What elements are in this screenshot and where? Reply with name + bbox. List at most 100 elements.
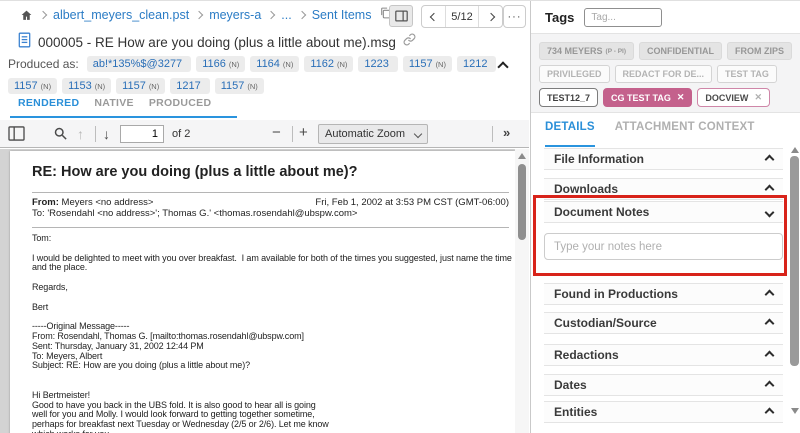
chevron-up-icon — [764, 407, 775, 417]
breadcrumb-separator-icon — [194, 10, 204, 20]
page-count-label: of 2 — [172, 128, 191, 140]
tag-chip-cg-test-tag[interactable]: CG TEST TAG ✕ — [603, 88, 693, 107]
remove-tag-icon[interactable]: ✕ — [677, 92, 685, 103]
find-next-icon[interactable]: ↓ — [103, 125, 110, 143]
section-document-notes[interactable]: Document Notes — [544, 201, 783, 223]
more-actions-button[interactable]: ··· — [503, 5, 526, 28]
breadcrumb-separator-icon — [267, 10, 276, 20]
produced-as-label: Produced as: — [8, 57, 79, 71]
section-found-in-productions[interactable]: Found in Productions — [544, 283, 783, 305]
email-to-value: 'Rosendahl <no address>'; Thomas G.' <th… — [44, 208, 358, 219]
chevron-up-icon — [764, 184, 775, 194]
section-custodian-source[interactable]: Custodian/Source — [544, 312, 783, 334]
zoom-in-icon[interactable]: + — [299, 124, 308, 142]
chevron-down-icon — [764, 207, 775, 217]
scroll-up-icon[interactable] — [518, 153, 526, 159]
produced-badge[interactable]: 1157 (N) — [214, 78, 264, 94]
tab-produced[interactable]: PRODUCED — [149, 97, 212, 109]
produced-badge[interactable]: 1223 — [358, 56, 398, 72]
document-pane: albert_meyers_clean.pst meyers-a ... Sen… — [0, 1, 529, 433]
scrollbar-thumb[interactable] — [790, 156, 799, 366]
tab-details[interactable]: DETAILS — [545, 121, 595, 147]
pdf-toolbar: ↑ ↓ of 2 − + Automatic Zoom » — [0, 120, 529, 148]
produced-badge[interactable]: 1217 — [170, 78, 210, 94]
next-document-button[interactable] — [479, 6, 502, 27]
page-number-input[interactable] — [120, 125, 164, 143]
section-redactions[interactable]: Redactions — [544, 344, 783, 366]
breadcrumb-separator-icon — [38, 10, 48, 20]
email-to-label: To: — [32, 208, 45, 219]
document-icon — [18, 32, 31, 53]
toggle-right-panel-button[interactable] — [389, 5, 413, 27]
email-body: Tom: I would be delighted to meet with y… — [32, 233, 512, 433]
tags-list: 734 MEYERS (P - PI) CONFIDENTIAL FROM ZIP… — [531, 33, 800, 113]
view-tabs: RENDERED NATIVE PRODUCED — [10, 97, 237, 118]
tab-rendered[interactable]: RENDERED — [18, 97, 79, 109]
produced-badge[interactable]: 1166 (N) — [196, 56, 246, 72]
breadcrumb-item-ellipsis[interactable]: ... — [281, 8, 291, 22]
chevron-up-icon — [764, 318, 775, 328]
email-from-label: From: — [32, 197, 59, 208]
breadcrumb-item-folder[interactable]: meyers-a — [209, 8, 261, 22]
produced-badge[interactable]: 1153 (N) — [62, 78, 112, 94]
email-from-value: Meyers <no address> — [58, 197, 154, 208]
tag-chip-from-zips[interactable]: FROM ZIPS — [727, 42, 792, 60]
produced-badge[interactable]: 1157 (N) — [8, 78, 58, 94]
email-date: Fri, Feb 1, 2002 at 3:53 PM CST (GMT-06:… — [315, 197, 509, 208]
produced-badge[interactable]: ab!*135%$@3277 — [86, 56, 192, 72]
breadcrumb-item-sent-items[interactable]: Sent Items — [312, 8, 372, 22]
section-dates[interactable]: Dates — [544, 374, 783, 396]
breadcrumb-item-pst[interactable]: albert_meyers_clean.pst — [53, 8, 189, 22]
produced-badge[interactable]: 1164 (N) — [250, 56, 300, 72]
tag-chip-privileged[interactable]: PRIVILEGED — [539, 65, 610, 83]
chevron-up-icon — [764, 154, 775, 164]
detail-tabs: DETAILS ATTACHMENT CONTEXT — [531, 121, 800, 147]
section-downloads[interactable]: Downloads — [544, 178, 783, 200]
divider — [32, 227, 509, 228]
link-icon[interactable] — [403, 33, 416, 51]
scrollbar-thumb[interactable] — [518, 164, 526, 240]
pdf-sidebar-toggle-icon[interactable] — [8, 126, 25, 146]
details-pane: Tags 734 MEYERS(P - PI) CONFIDENTIAL FRO… — [530, 1, 800, 433]
scroll-down-icon[interactable] — [791, 408, 799, 414]
home-icon[interactable] — [20, 9, 33, 22]
tag-chip-docview[interactable]: DOCVIEW ✕ — [697, 88, 770, 107]
section-file-information[interactable]: File Information — [544, 148, 783, 170]
chevron-up-icon — [764, 289, 775, 299]
tag-input[interactable] — [584, 7, 663, 27]
tags-title: Tags — [545, 9, 575, 25]
produced-badge[interactable]: 1157 (N) — [116, 78, 166, 94]
collapse-produced-list-icon[interactable] — [497, 61, 509, 73]
tag-chip-test12-7[interactable]: TEST12_7 — [539, 88, 599, 107]
scroll-up-icon[interactable] — [791, 147, 799, 153]
find-previous-icon[interactable]: ↑ — [77, 125, 84, 143]
toolbar-more-tools-icon[interactable]: » — [503, 125, 510, 140]
chevron-up-icon — [764, 350, 775, 360]
breadcrumb-separator-icon — [297, 10, 306, 20]
produced-badge[interactable]: 1162 (N) — [304, 56, 354, 72]
document-notes-input[interactable] — [544, 233, 783, 260]
pdf-viewer: RE: How are you doing (plus a little abo… — [0, 149, 529, 433]
tag-chip-test-tag[interactable]: TEST TAG — [717, 65, 777, 83]
tag-chip-redact-for-de[interactable]: REDACT FOR DE... — [614, 65, 713, 83]
document-title-row: 000005 - RE How are you doing (plus a li… — [0, 30, 529, 54]
tab-attachment-context[interactable]: ATTACHMENT CONTEXT — [615, 121, 755, 147]
document-pager: 5/12 — [421, 5, 503, 28]
email-headers: From: Meyers <no address> Fri, Feb 1, 20… — [32, 197, 509, 219]
zoom-level-select[interactable]: Automatic Zoom — [318, 124, 428, 144]
tag-chip-734-meyers[interactable]: 734 MEYERS (P - PI) — [539, 42, 634, 60]
produced-badge[interactable]: 1157 (N) — [402, 56, 452, 72]
tag-chip-confidential[interactable]: CONFIDENTIAL — [639, 42, 722, 60]
section-entities[interactable]: Entities — [544, 401, 783, 423]
document-pager-position: 5/12 — [445, 6, 479, 27]
chevron-up-icon — [764, 380, 775, 390]
chevron-down-icon — [413, 129, 423, 139]
remove-tag-icon[interactable]: ✕ — [754, 92, 762, 103]
zoom-out-icon[interactable]: − — [272, 124, 281, 142]
previous-document-button[interactable] — [422, 6, 445, 27]
produced-badge[interactable]: 1212 — [456, 56, 497, 72]
search-icon[interactable] — [53, 126, 68, 146]
email-subject: RE: How are you doing (plus a little abo… — [32, 164, 358, 180]
tab-native[interactable]: NATIVE — [94, 97, 134, 109]
pdf-scrollbar[interactable] — [515, 149, 529, 433]
